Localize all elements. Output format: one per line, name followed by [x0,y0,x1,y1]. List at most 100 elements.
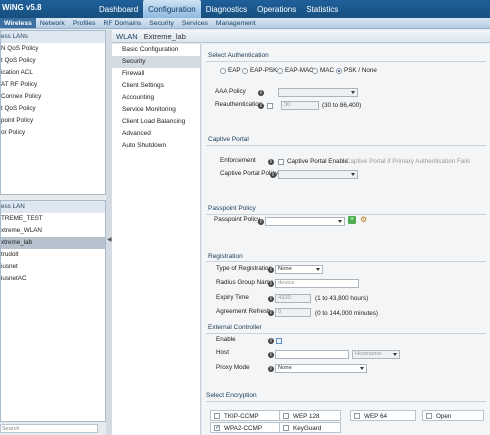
encryption-option[interactable]: WEP 128 [279,410,341,421]
list-item-selected[interactable]: xtreme_lab [1,237,105,249]
proxy-mode-select[interactable]: None [275,364,367,373]
tree-item[interactable]: ication ACL [1,67,105,79]
menu-security[interactable]: Security [112,56,200,68]
menu-service-monitoring[interactable]: Service Monitoring [112,104,200,116]
open-checkbox[interactable] [426,413,432,419]
host-input[interactable] [275,350,349,359]
wireless-lans-header[interactable]: ess LANs [1,31,105,43]
menu-basic-configuration[interactable]: Basic Configuration [112,44,200,56]
keyguard-label: KeyGuard [293,425,322,432]
menu-accounting[interactable]: Accounting [112,92,200,104]
info-icon[interactable]: i [268,267,274,273]
agreement-refresh-label: Agreement Refresh [216,308,271,315]
encryption-option[interactable]: WPA2-CCMP [210,422,282,433]
list-item[interactable]: TREME_TEST [1,213,105,225]
list-item[interactable]: iusnetAC [1,273,105,285]
external-enable-checkbox[interactable] [276,338,282,344]
info-icon[interactable]: i [268,296,274,302]
encryption-option[interactable]: KeyGuard [279,422,341,433]
captive-portal-failure-label: Captive Portal if Primary Authentication… [346,158,471,165]
info-icon[interactable]: i [268,281,274,287]
nav-statistics[interactable]: Statistics [301,0,343,18]
info-icon[interactable]: i [258,103,264,109]
wpa2-ccmp-checkbox[interactable] [214,424,220,431]
auth-eap-mac-label: EAP-MAC [285,67,314,74]
captive-portal-policy-select[interactable] [278,170,358,179]
wep128-checkbox[interactable] [283,413,289,419]
subnav-management[interactable]: Management [212,18,260,28]
subnav-services[interactable]: Services [178,18,212,28]
info-icon[interactable]: i [258,90,264,96]
auth-eap-psk-radio[interactable] [242,68,248,74]
radius-group-name-input[interactable]: device [275,279,359,288]
encryption-option[interactable]: TKIP-CCMP [210,410,282,421]
nav-dashboard[interactable]: Dashboard [94,0,143,18]
nav-configuration[interactable]: Configuration [143,0,201,18]
tree-item[interactable]: Connex Policy [1,91,105,103]
reauthentication-range: (30 to 86,400) [322,102,362,109]
menu-firewall[interactable]: Firewall [112,68,200,80]
subnav-rf-domains[interactable]: RF Domains [100,18,146,28]
subnav-security[interactable]: Security [145,18,178,28]
auth-mac-radio[interactable] [312,68,318,74]
gear-icon[interactable]: ⚙ [360,216,368,224]
tree-item[interactable]: or Policy [1,127,105,139]
reauthentication-checkbox[interactable] [267,103,273,109]
tree-item[interactable]: point Policy [1,115,105,127]
auth-psk-none-radio[interactable] [336,68,342,74]
auth-psk-none-label: PSK / None [344,67,377,74]
tree-item[interactable]: t QoS Policy [1,55,105,67]
menu-client-settings[interactable]: Client Settings [112,80,200,92]
menu-client-load-balancing[interactable]: Client Load Balancing [112,116,200,128]
info-icon[interactable]: i [258,219,264,225]
search-input[interactable]: Search [0,424,98,433]
wep64-checkbox[interactable] [354,413,360,419]
encryption-option[interactable]: WEP 64 [350,410,416,421]
divider [206,145,486,146]
list-item[interactable]: iusnet [1,261,105,273]
menu-auto-shutdown[interactable]: Auto Shutdown [112,140,200,152]
captive-portal-enable-checkbox[interactable] [278,159,284,165]
divider [206,401,486,402]
nav-operations[interactable]: Operations [252,0,301,18]
info-icon[interactable]: i [268,366,274,372]
info-icon[interactable]: i [268,310,274,316]
collapse-arrow-icon[interactable]: ◀ [107,236,112,243]
agreement-refresh-spinner[interactable]: 0 [275,308,311,317]
auth-eap-mac-radio[interactable] [277,68,283,74]
keyguard-checkbox[interactable] [283,425,289,431]
app-brand: WiNG v5.8 [2,3,42,12]
auth-eap-radio[interactable] [220,68,226,74]
subnav-network[interactable]: Network [36,18,69,28]
host-type-select[interactable]: Hostname [352,350,400,359]
add-icon[interactable]: + [348,216,356,224]
info-icon[interactable]: i [270,172,276,178]
reauthentication-spinner[interactable]: 30 [281,101,319,110]
subnav-wireless[interactable]: Wireless [0,18,36,28]
subnav-profiles[interactable]: Profiles [69,18,100,28]
tkip-ccmp-checkbox[interactable] [214,413,220,419]
expiry-time-spinner[interactable]: 4320 [275,294,311,303]
tree-item[interactable]: N QoS Policy [1,43,105,55]
expiry-time-label: Expiry Time [216,294,249,301]
wep64-label: WEP 64 [364,413,387,420]
info-icon[interactable]: i [268,352,274,358]
info-icon[interactable]: i [268,159,274,165]
list-item[interactable]: trudolt [1,249,105,261]
nav-diagnostics[interactable]: Diagnostics [201,0,252,18]
tree-item[interactable]: t QoS Policy [1,103,105,115]
sub-nav: Wireless Network Profiles RF Domains Sec… [0,18,490,29]
menu-advanced[interactable]: Advanced [112,128,200,140]
open-label: Open [436,413,452,420]
info-icon[interactable]: i [268,338,274,344]
wlan-list-panel: ess LAN TREME_TEST xtreme_WLAN xtreme_la… [0,200,106,422]
passpoint-policy-select[interactable] [265,217,345,226]
captive-portal-title: Captive Portal [208,136,249,143]
registration-type-select[interactable]: None [275,265,323,274]
radius-group-name-label: Radius Group Name [216,279,274,286]
encryption-option[interactable]: Open [422,410,484,421]
aaa-policy-select[interactable] [278,88,358,97]
registration-type-value: None [278,266,292,272]
list-item[interactable]: xtreme_WLAN [1,225,105,237]
tree-item[interactable]: AT RF Policy [1,79,105,91]
